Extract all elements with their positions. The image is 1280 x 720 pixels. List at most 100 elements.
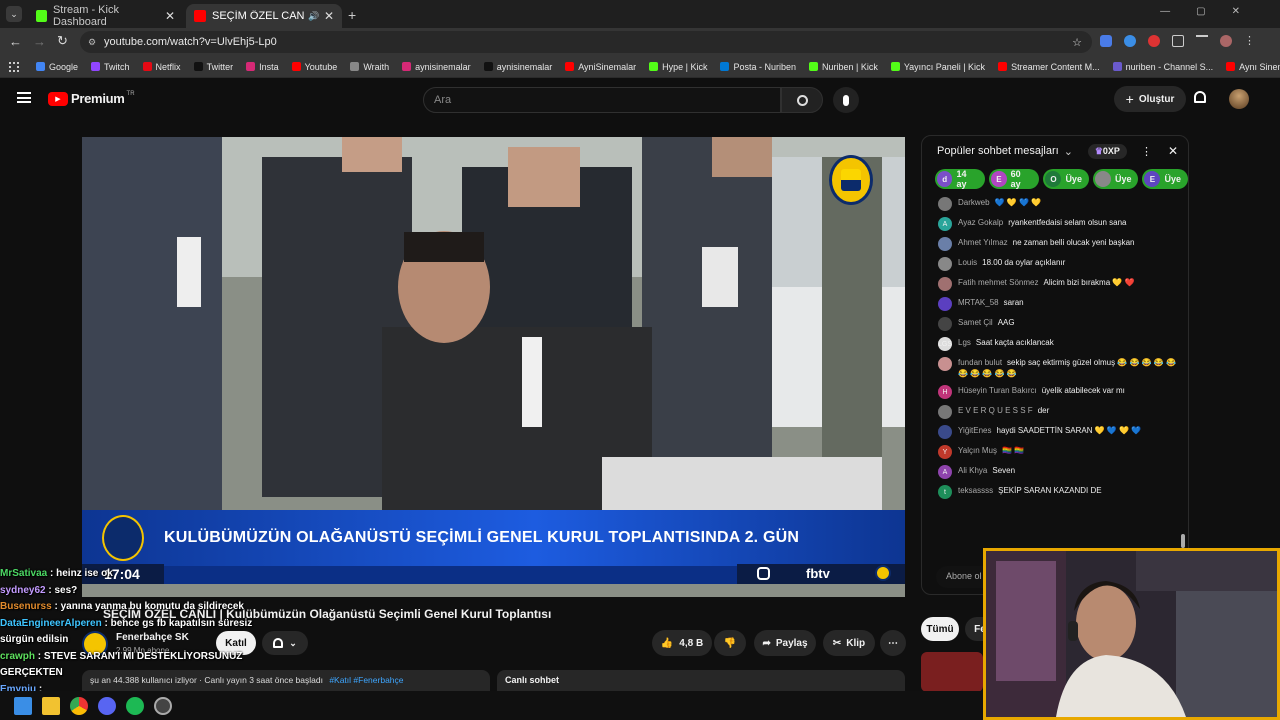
speaker-icon[interactable]: 🔊 — [308, 11, 319, 22]
chat-author[interactable]: E V E R Q U E S S F — [958, 406, 1033, 415]
obs-icon[interactable] — [154, 696, 172, 715]
chat-scrollbar[interactable] — [1181, 196, 1185, 548]
bookmark-item[interactable]: Google — [36, 62, 78, 72]
chat-avatar[interactable] — [938, 257, 952, 271]
menu-icon[interactable]: ⋮ — [1244, 35, 1255, 47]
bookmark-item[interactable]: Streamer Content M... — [998, 62, 1100, 72]
dislike-button[interactable]: 👎 — [714, 630, 746, 656]
shield-icon[interactable] — [1100, 35, 1112, 47]
apps-icon[interactable] — [9, 62, 19, 72]
chat-avatar[interactable] — [938, 237, 952, 251]
forward-icon[interactable]: → — [33, 34, 46, 49]
notifications-bell-icon[interactable] — [1194, 91, 1206, 103]
tab-kick-dashboard[interactable]: Stream - Kick Dashboard ✕ — [28, 4, 183, 28]
bookmark-item[interactable]: Yayıncı Paneli | Kick — [890, 62, 985, 72]
chat-avatar[interactable] — [938, 277, 952, 291]
chat-avatar[interactable] — [938, 197, 952, 211]
recommended-thumbnail[interactable] — [921, 652, 983, 692]
member-chip[interactable]: Üye — [1092, 169, 1139, 189]
bookmark-item[interactable]: Youtube — [291, 62, 337, 72]
reading-list-icon[interactable] — [1196, 35, 1208, 47]
chevron-down-icon[interactable]: ⌄ — [1064, 145, 1073, 158]
bookmark-item[interactable]: Netflix — [142, 62, 181, 72]
video-tags[interactable]: #Katıl #Fenerbahçe — [329, 675, 403, 685]
related-live-chat-card[interactable]: Canlı sohbet — [497, 670, 905, 691]
search-input[interactable]: Ara — [423, 87, 781, 113]
hamburger-menu-icon[interactable] — [17, 92, 31, 103]
bookmark-item[interactable]: Hype | Kick — [649, 62, 707, 72]
member-chip[interactable]: E Üye — [1142, 169, 1188, 189]
chat-avatar[interactable]: H — [938, 385, 952, 399]
chat-author[interactable]: Ahmet Yılmaz — [958, 238, 1008, 247]
member-chip[interactable]: E 60 ay — [989, 169, 1040, 189]
bookmark-item[interactable]: AyniSinemalar — [565, 62, 636, 72]
bookmark-item[interactable]: Insta — [246, 62, 279, 72]
site-info-icon[interactable]: ⚙ — [88, 37, 96, 48]
points-badge[interactable]: ♛0XP — [1087, 143, 1127, 159]
discord-icon[interactable] — [98, 696, 116, 715]
bookmark-item[interactable]: Wraith — [350, 62, 389, 72]
chat-author[interactable]: Fatih mehmet Sönmez — [958, 278, 1038, 287]
close-chat-icon[interactable]: ✕ — [1168, 144, 1178, 158]
chat-author[interactable]: Darkweb — [958, 198, 990, 207]
more-actions-button[interactable]: ⋯ — [880, 630, 906, 656]
youtube-premium-logo[interactable]: ▶ Premium TR — [48, 91, 135, 106]
chat-author[interactable]: teksassss — [958, 486, 993, 495]
bookmark-item[interactable]: Twitter — [193, 62, 233, 72]
new-tab-button[interactable]: + — [348, 7, 356, 23]
chat-mode-dropdown[interactable]: Popüler sohbet mesajları — [937, 145, 1059, 157]
chat-author[interactable]: Lgs — [958, 338, 971, 347]
spotify-icon[interactable] — [126, 696, 144, 715]
reload-icon[interactable]: ↻ — [57, 33, 68, 49]
chat-avatar[interactable] — [938, 425, 952, 439]
bookmark-item[interactable]: nuriben - Channel S... — [1112, 62, 1213, 72]
chat-author[interactable]: Ali Khya — [958, 466, 987, 475]
chat-avatar[interactable]: LGS — [938, 337, 952, 351]
url-field[interactable]: ⚙ youtube.com/watch?v=UlvEhj5-Lp0 ☆ — [80, 31, 1092, 53]
chat-avatar[interactable]: A — [938, 465, 952, 479]
close-icon[interactable]: ✕ — [165, 9, 175, 23]
chat-avatar[interactable] — [938, 297, 952, 311]
chrome-icon[interactable] — [70, 696, 88, 715]
share-button[interactable]: ➦ Paylaş — [754, 630, 816, 656]
extension-icon[interactable] — [1124, 35, 1136, 47]
puzzle-icon[interactable] — [1172, 35, 1184, 47]
chat-author[interactable]: MRTAK_58 — [958, 298, 999, 307]
tab-youtube-live[interactable]: SEÇİM ÖZEL CANLI | Ku 🔊 ✕ — [186, 4, 342, 28]
profile-avatar[interactable] — [1220, 35, 1232, 47]
chat-menu-icon[interactable]: ⋮ — [1141, 145, 1152, 158]
chat-author[interactable]: Hüseyin Turan Bakırcı — [958, 386, 1037, 395]
close-icon[interactable]: ✕ — [324, 9, 334, 23]
chat-avatar[interactable]: Y — [938, 445, 952, 459]
search-button[interactable] — [781, 87, 823, 113]
bookmark-item[interactable]: Posta - Nuriben — [720, 62, 796, 72]
windows-start-icon[interactable] — [14, 696, 32, 715]
account-avatar[interactable] — [1229, 89, 1249, 109]
chat-author[interactable]: Yalçın Muş — [958, 446, 997, 455]
video-player[interactable]: KULÜBÜMÜZÜN OLAĞANÜSTÜ SEÇİMLİ GENEL KUR… — [82, 137, 905, 597]
filter-all-chip[interactable]: Tümü — [921, 617, 959, 641]
chat-avatar[interactable] — [938, 405, 952, 419]
bookmark-item[interactable]: aynisinemalar — [402, 62, 471, 72]
bookmark-item[interactable]: Twitch — [91, 62, 130, 72]
back-icon[interactable]: ← — [9, 34, 22, 49]
member-chip[interactable]: O Üye — [1043, 169, 1089, 189]
member-chip[interactable]: d 14 ay — [935, 169, 986, 189]
chat-author[interactable]: fundan bulut — [958, 358, 1002, 367]
file-explorer-icon[interactable] — [42, 696, 60, 715]
chat-author[interactable]: Ayaz Gokalp — [958, 218, 1003, 227]
extension-icon[interactable] — [1148, 35, 1160, 47]
chat-avatar[interactable] — [938, 317, 952, 331]
like-button[interactable]: 👍 4,8 B — [652, 630, 712, 656]
create-button[interactable]: + Oluştur — [1114, 86, 1186, 112]
clip-button[interactable]: ✂ Klip — [823, 630, 875, 656]
chat-author[interactable]: YiğitEnes — [958, 426, 992, 435]
star-icon[interactable]: ☆ — [1072, 36, 1082, 49]
bookmark-item[interactable]: Aynı Sinemalar - Ça... — [1226, 62, 1280, 72]
chat-author[interactable]: Samet Çil — [958, 318, 993, 327]
chat-avatar[interactable] — [938, 357, 952, 371]
bookmark-item[interactable]: aynisinemalar — [483, 62, 552, 72]
chat-author[interactable]: Louis — [958, 258, 977, 267]
tab-list-button[interactable]: ⌄ — [6, 6, 22, 22]
chat-avatar[interactable]: t — [938, 485, 952, 499]
